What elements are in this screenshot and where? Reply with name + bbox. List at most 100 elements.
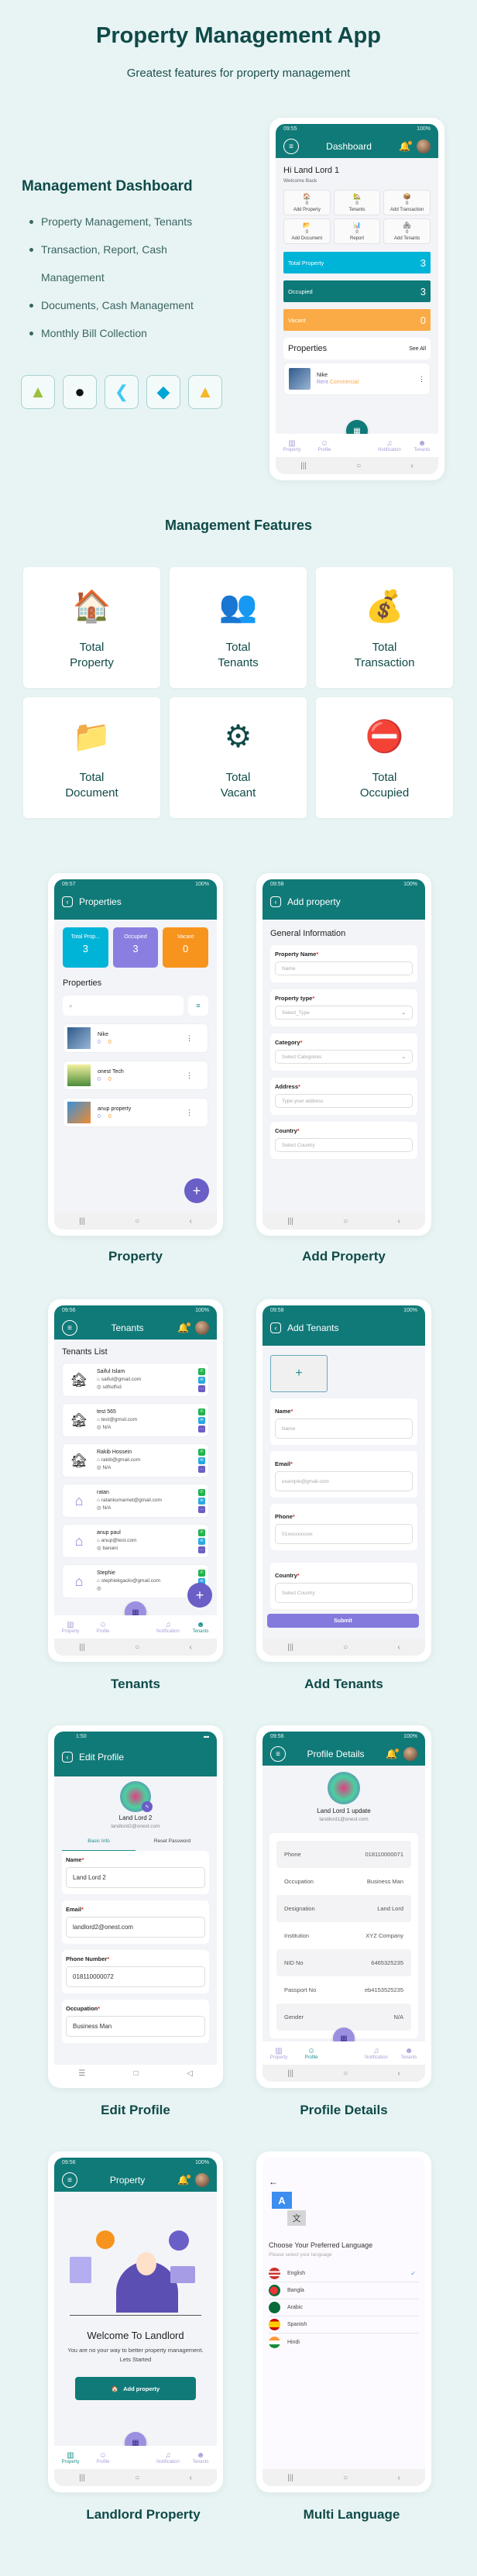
more-icon[interactable]: … — [198, 1465, 205, 1473]
edit-avatar-icon[interactable]: ✎ — [142, 1801, 153, 1812]
text-input[interactable]: Business Man — [66, 2016, 205, 2037]
stat-bar[interactable]: Total Property 3 — [283, 252, 431, 273]
text-input[interactable]: Select Country — [275, 1138, 413, 1152]
nav-notification[interactable]: ♫ Notification — [153, 1621, 184, 1634]
nav-tenants[interactable]: ☻ Tenants — [393, 2047, 424, 2060]
home-icon[interactable]: ○ — [343, 1643, 348, 1652]
more-icon[interactable]: … — [198, 1505, 205, 1513]
message-icon[interactable]: ✉ — [198, 1497, 205, 1505]
menu-icon[interactable]: ≡ — [270, 1746, 286, 1762]
avatar[interactable] — [403, 1747, 417, 1761]
language-option[interactable]: Bangla — [269, 2282, 419, 2299]
submit-button[interactable]: Submit — [267, 1614, 419, 1628]
more-icon[interactable]: ⋮ — [186, 1109, 193, 1117]
nav-notification[interactable]: ♫ Notification — [361, 2047, 392, 2060]
see-all-link[interactable]: See All — [409, 346, 426, 352]
property-row[interactable]: anup property 0 0 ⋮ — [63, 1098, 208, 1127]
nav-notification[interactable]: ♫ Notification — [153, 2451, 184, 2464]
recents-icon[interactable]: ||| — [287, 2069, 293, 2078]
nav-notification[interactable]: ♫ Notification — [374, 439, 405, 452]
quick-tile[interactable]: 📂 0 Add Document — [283, 218, 331, 244]
home-icon[interactable]: □ — [134, 2069, 139, 2078]
text-input[interactable]: Type your address — [275, 1094, 413, 1108]
bell-icon[interactable]: 🔔 — [177, 1322, 190, 1333]
back-icon[interactable]: ‹ — [411, 462, 414, 470]
stat-card[interactable]: Vacant 0 — [163, 927, 208, 968]
back-button[interactable]: ‹ — [62, 1752, 73, 1763]
phone-icon[interactable]: ✆ — [198, 1488, 205, 1496]
message-icon[interactable]: ✉ — [198, 1376, 205, 1384]
bell-icon[interactable]: 🔔 — [177, 2175, 190, 2186]
menu-icon[interactable]: ≡ — [62, 1320, 77, 1336]
nav-property[interactable]: ▥ Property — [263, 2047, 294, 2060]
text-input[interactable]: Name — [275, 961, 413, 975]
back-icon[interactable]: ‹ — [398, 2474, 400, 2482]
stat-bar[interactable]: Vacant 0 — [283, 309, 431, 331]
phone-icon[interactable]: ✆ — [198, 1367, 205, 1375]
language-option[interactable]: Arabic — [269, 2299, 419, 2316]
nav-property[interactable]: ▥ Property — [55, 1621, 86, 1634]
quick-tile[interactable]: 📊 0 Report — [333, 218, 381, 244]
text-input[interactable]: landlord2@onest.com — [66, 1917, 205, 1938]
text-input[interactable]: example@gmail.com — [275, 1471, 413, 1491]
home-icon[interactable]: ○ — [343, 2474, 348, 2482]
stat-bar[interactable]: Occupied 3 — [283, 280, 431, 302]
recents-icon[interactable]: ||| — [79, 1643, 85, 1652]
text-input[interactable]: Select Country — [275, 1583, 413, 1603]
bell-icon[interactable]: 🔔 — [386, 1749, 399, 1759]
message-icon[interactable]: ✉ — [198, 1416, 205, 1424]
recents-icon[interactable]: ||| — [79, 2474, 85, 2482]
message-icon[interactable]: ✉ — [198, 1457, 205, 1464]
avatar[interactable] — [195, 2173, 209, 2187]
language-option[interactable]: English ✓ — [269, 2265, 419, 2282]
avatar[interactable] — [417, 139, 431, 153]
back-arrow-icon[interactable]: ← — [269, 2176, 419, 2187]
text-input[interactable]: 01xxxxxxxxxx — [275, 1524, 413, 1544]
tenant-row[interactable]: 🏚 test 565 ⌂ test@gmsil.com ◎ N/A ✆ ✉… — [62, 1403, 209, 1437]
nav-property[interactable]: ▥ Property — [55, 2451, 86, 2464]
message-icon[interactable]: ✉ — [198, 1537, 205, 1545]
menu-icon[interactable]: ≡ — [62, 2172, 77, 2188]
add-property-button[interactable]: 🏠 Add property — [75, 2377, 196, 2400]
nav-tenants[interactable]: ☻ Tenants — [185, 1621, 216, 1634]
quick-tile[interactable]: 🏠 0 Add Property — [283, 190, 331, 215]
language-option[interactable]: Spanish — [269, 2316, 419, 2334]
more-icon[interactable]: ⋮ — [186, 1034, 193, 1043]
home-icon[interactable]: ○ — [343, 2069, 348, 2078]
home-icon[interactable]: ○ — [135, 1217, 139, 1226]
phone-icon[interactable]: ✆ — [198, 1448, 205, 1456]
phone-icon[interactable]: ✆ — [198, 1529, 205, 1536]
back-icon[interactable]: ‹ — [398, 1217, 400, 1226]
back-button[interactable]: ‹ — [270, 896, 281, 907]
nav-property[interactable]: ▥ Property — [276, 439, 307, 452]
more-icon[interactable]: … — [198, 1384, 205, 1392]
menu-icon[interactable]: ≡ — [283, 139, 299, 154]
recents-icon[interactable]: ||| — [79, 1217, 85, 1226]
tenant-row[interactable]: 🏚 Rakib Hossein ⌂ rakib@gmail.com ◎ N/A ✆ ✉… — [62, 1443, 209, 1477]
tab-reset-password[interactable]: Reset Password — [136, 1838, 209, 1851]
property-row[interactable]: Nike 0 0 ⋮ — [63, 1023, 208, 1053]
search-input[interactable]: ⌕ — [63, 996, 184, 1016]
back-icon[interactable]: ‹ — [398, 2069, 400, 2078]
tab-basic-info[interactable]: Basic Info — [62, 1838, 136, 1851]
nav-tenants[interactable]: ☻ Tenants — [185, 2451, 216, 2464]
avatar[interactable] — [195, 1321, 209, 1335]
add-property-fab[interactable]: + — [184, 1178, 209, 1203]
more-icon[interactable]: ⋮ — [186, 1071, 193, 1080]
tenant-row[interactable]: ⌂ anup paul ⌂ anup@test.com ◎ banani ✆ ✉… — [62, 1524, 209, 1558]
nav-tenants[interactable]: ☻ Tenants — [407, 439, 438, 452]
filter-button[interactable]: ≡ — [188, 996, 208, 1016]
more-icon[interactable]: … — [198, 1425, 205, 1432]
back-button[interactable]: ‹ — [62, 896, 73, 907]
upload-photo-button[interactable]: + — [270, 1355, 328, 1392]
quick-tile[interactable]: 📦 0 Add Transaction — [383, 190, 431, 215]
text-input[interactable]: Name — [275, 1419, 413, 1439]
back-icon[interactable]: ‹ — [190, 1643, 192, 1652]
quick-tile[interactable]: 🏡 0 Tenants — [333, 190, 381, 215]
back-icon[interactable]: ‹ — [398, 1643, 400, 1652]
home-icon[interactable]: ○ — [356, 462, 361, 470]
home-icon[interactable]: ○ — [135, 2474, 139, 2482]
bell-icon[interactable]: 🔔 — [399, 141, 412, 152]
recents-icon[interactable]: ||| — [287, 1217, 293, 1226]
nav-profile[interactable]: ☺ Profile — [88, 2451, 118, 2464]
